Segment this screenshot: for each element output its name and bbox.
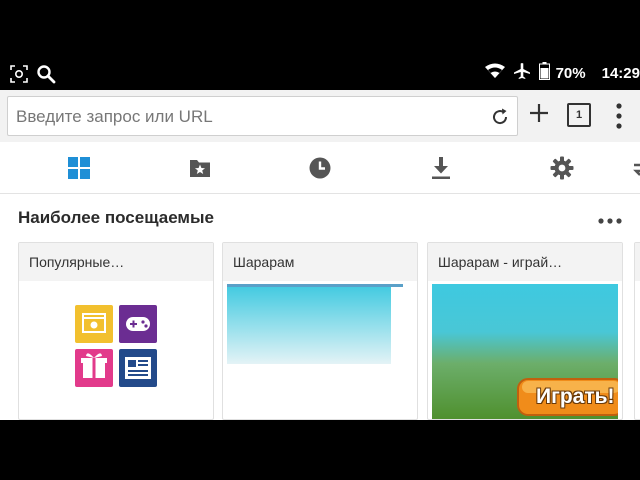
more-options-icon[interactable] — [597, 213, 623, 224]
settings-icon[interactable] — [550, 156, 574, 180]
status-bar: 70% 14:29 — [0, 58, 640, 90]
tile-thumbnail — [23, 284, 209, 419]
top-site-tile[interactable]: Шарарам - играй… Играть! — [427, 242, 623, 420]
url-bar[interactable] — [7, 96, 518, 136]
battery-icon — [538, 62, 550, 84]
top-site-tile[interactable]: Шарарам — [222, 242, 418, 420]
tile-title: Шарарам — [223, 243, 417, 281]
screenshot-icon — [10, 65, 28, 88]
tile-title — [635, 243, 640, 281]
new-tab-button[interactable] — [528, 102, 550, 129]
top-sites-icon[interactable] — [67, 156, 91, 180]
news-icon — [119, 349, 157, 387]
top-site-tile[interactable]: Популярные… — [18, 242, 214, 420]
search-icon — [36, 64, 56, 89]
browser-toolbar: 1 — [0, 90, 640, 142]
clock: 14:29 — [601, 64, 640, 82]
downloads-icon[interactable] — [429, 156, 453, 180]
gift-icon — [75, 349, 113, 387]
web-icon — [75, 305, 113, 343]
history-icon[interactable] — [308, 156, 332, 180]
top-black-bar — [0, 0, 640, 58]
bookmarks-icon[interactable] — [188, 156, 212, 180]
wifi-icon — [484, 63, 505, 83]
tile-title: Шарарам - играй… — [428, 243, 622, 281]
tile-title: Популярные… — [19, 243, 213, 281]
browser-window: 1 — [0, 90, 640, 420]
battery-percent: 70% — [555, 64, 586, 82]
gamepad-icon — [119, 305, 157, 343]
overflow-menu-icon[interactable] — [614, 103, 624, 134]
tab-counter-button[interactable]: 1 — [567, 103, 591, 127]
reload-icon[interactable] — [489, 106, 511, 128]
play-button-text: Играть! — [536, 385, 615, 408]
tile-thumbnail: Играть! — [432, 284, 618, 419]
airplane-icon — [513, 62, 531, 84]
sync-icon[interactable] — [630, 156, 640, 180]
bottom-black-bar — [0, 420, 640, 480]
most-visited-title: Наиболее посещаемые — [18, 208, 214, 227]
top-site-tile[interactable] — [634, 242, 640, 420]
home-panel-tabs — [0, 142, 640, 194]
url-input[interactable] — [16, 105, 486, 129]
tile-thumbnail — [227, 284, 413, 419]
